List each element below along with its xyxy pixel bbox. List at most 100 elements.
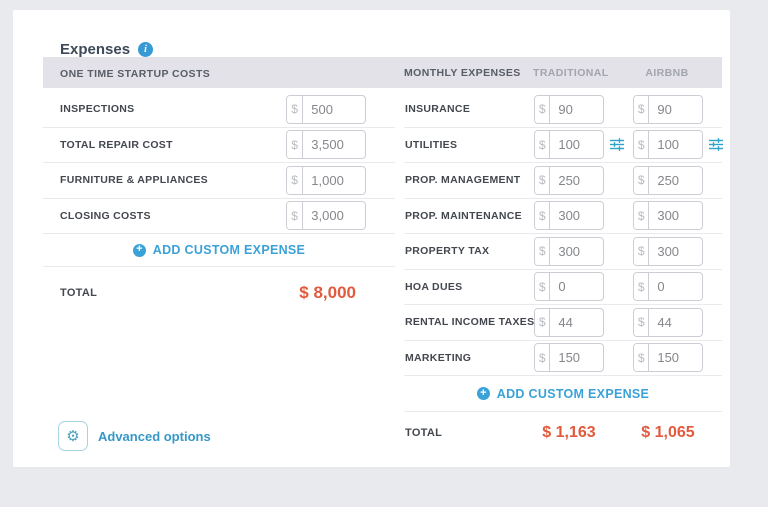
table-row: RENTAL INCOME TAXES $ $ [404,305,722,341]
expense-label: MARKETING [405,352,534,364]
currency-prefix: $ [535,202,550,229]
info-icon[interactable]: i [138,42,153,57]
rental-income-taxes-airbnb-input[interactable] [649,309,702,336]
utilities-traditional-sliders[interactable] [604,138,633,151]
panel-header-bar: ONE TIME STARTUP COSTS MONTHLY EXPENSES … [43,57,722,88]
amount-field: $ [534,95,604,124]
table-row: PROP. MAINTENANCE $ $ [404,199,722,235]
amount-field: $ [633,130,703,159]
table-row: PROPERTY TAX $ $ [404,234,722,270]
right-panel-header: MONTHLY EXPENSES [404,67,533,79]
amount-field: $ [286,95,366,124]
expense-label: UTILITIES [405,139,534,151]
expense-label: PROPERTY TAX [405,245,534,257]
expense-label: PROP. MANAGEMENT [405,174,534,186]
table-row: CLOSING COSTS $ [43,199,395,235]
amount-field: $ [534,130,604,159]
page-title-text: Expenses [60,41,130,58]
amount-field: $ [534,308,604,337]
utilities-airbnb-sliders[interactable] [703,138,723,151]
page-title: Expenses i [60,41,153,58]
amount-field: $ [633,95,703,124]
currency-prefix: $ [634,344,649,371]
expense-label: CLOSING COSTS [60,210,286,222]
one-time-costs-panel: INSPECTIONS $ TOTAL REPAIR COST $ FURNIT… [43,88,395,442]
column-header-traditional: TRADITIONAL [533,67,603,79]
sliders-icon [610,138,624,151]
prop-maintenance-airbnb-input[interactable] [649,202,702,229]
add-custom-expense-button[interactable]: + ADD CUSTOM EXPENSE [43,234,395,267]
currency-prefix: $ [634,202,649,229]
utilities-traditional-input[interactable] [550,131,603,158]
currency-prefix: $ [535,344,550,371]
currency-prefix: $ [634,131,649,158]
amount-field: $ [633,308,703,337]
property-tax-airbnb-input[interactable] [649,238,702,265]
inspections-input[interactable] [303,96,365,123]
hoa-dues-airbnb-input[interactable] [649,273,702,300]
table-row: INSPECTIONS $ [43,92,395,128]
table-row: TOTAL REPAIR COST $ [43,128,395,164]
column-header-airbnb: AIRBNB [632,67,702,79]
currency-prefix: $ [287,131,303,158]
currency-prefix: $ [535,309,550,336]
monthly-total-row: TOTAL $ 1,163 $ 1,065 [404,412,722,442]
property-tax-traditional-input[interactable] [550,238,603,265]
add-custom-expense-label: ADD CUSTOM EXPENSE [153,243,305,257]
prop-management-airbnb-input[interactable] [649,167,702,194]
one-time-total-row: TOTAL $ 8,000 [43,267,395,303]
currency-prefix: $ [535,238,550,265]
currency-prefix: $ [287,167,303,194]
currency-prefix: $ [634,273,649,300]
currency-prefix: $ [535,167,550,194]
advanced-options-link[interactable]: Advanced options [98,429,211,444]
insurance-airbnb-input[interactable] [649,96,702,123]
marketing-traditional-input[interactable] [550,344,603,371]
prop-maintenance-traditional-input[interactable] [550,202,603,229]
table-row: FURNITURE & APPLIANCES $ [43,163,395,199]
expenses-card: Expenses i ONE TIME STARTUP COSTS MONTHL… [13,10,730,467]
rental-income-taxes-traditional-input[interactable] [550,309,603,336]
amount-field: $ [534,201,604,230]
amount-field: $ [633,237,703,266]
add-custom-expense-button[interactable]: + ADD CUSTOM EXPENSE [404,376,722,412]
currency-prefix: $ [634,167,649,194]
total-repair-cost-input[interactable] [303,131,365,158]
currency-prefix: $ [634,309,649,336]
monthly-total-airbnb: $ 1,065 [633,424,703,442]
total-label: TOTAL [60,287,299,299]
hoa-dues-traditional-input[interactable] [550,273,603,300]
expense-label: HOA DUES [405,281,534,293]
currency-prefix: $ [535,131,550,158]
amount-field: $ [286,166,366,195]
add-custom-expense-label: ADD CUSTOM EXPENSE [497,387,649,401]
left-panel-header: ONE TIME STARTUP COSTS [60,68,210,80]
currency-prefix: $ [634,96,649,123]
utilities-airbnb-input[interactable] [649,131,702,158]
insurance-traditional-input[interactable] [550,96,603,123]
amount-field: $ [534,166,604,195]
amount-field: $ [534,343,604,372]
amount-field: $ [633,201,703,230]
furniture-appliances-input[interactable] [303,167,365,194]
amount-field: $ [534,237,604,266]
amount-field: $ [534,272,604,301]
amount-field: $ [286,130,366,159]
currency-prefix: $ [287,96,303,123]
prop-management-traditional-input[interactable] [550,167,603,194]
amount-field: $ [286,201,366,230]
table-row: INSURANCE $ $ [404,92,722,128]
advanced-options-button[interactable]: ⚙ [58,421,88,451]
expense-label: INSURANCE [405,103,534,115]
expense-label: RENTAL INCOME TAXES [405,316,534,328]
monthly-expenses-panel: INSURANCE $ $ UTILITIES $ [404,88,722,442]
gear-icon: ⚙ [66,429,79,444]
expense-label: TOTAL REPAIR COST [60,139,286,151]
table-row: UTILITIES $ [404,128,722,164]
sliders-icon [709,138,723,151]
amount-field: $ [633,343,703,372]
plus-circle-icon: + [133,244,146,257]
closing-costs-input[interactable] [303,202,365,229]
marketing-airbnb-input[interactable] [649,344,702,371]
amount-field: $ [633,272,703,301]
